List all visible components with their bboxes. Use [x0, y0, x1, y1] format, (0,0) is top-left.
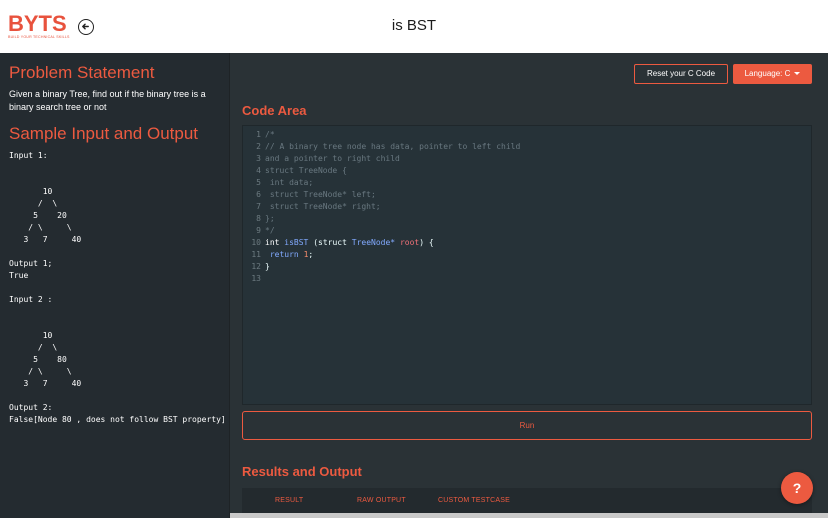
- code-line: 4 struct TreeNode {: [247, 165, 520, 177]
- line-number: 9: [256, 226, 261, 235]
- code-line: 1 /*: [247, 129, 520, 141]
- code-text: // A binary tree node has data, pointer …: [265, 142, 521, 151]
- problem-statement-text: Given a binary Tree, find out if the bin…: [9, 89, 206, 112]
- code-text: return 1;: [269, 250, 314, 259]
- page-title: is BST: [391, 17, 437, 34]
- code-text: int data;: [265, 178, 314, 187]
- code-line: 3 and a pointer to right child: [247, 153, 520, 165]
- problem-panel: Problem Statement Given a binary Tree, f…: [0, 53, 229, 518]
- code-line: 9 */: [247, 225, 520, 237]
- code-editor[interactable]: 1 /* 2 // A binary tree node has data, poin…: [242, 125, 812, 405]
- code-text: };: [265, 214, 275, 223]
- code-text: }: [265, 262, 270, 271]
- code-text: */: [265, 226, 275, 235]
- line-number: 12: [251, 262, 261, 271]
- code-text: and a pointer to right child: [265, 154, 400, 163]
- results-heading: Results and Output: [242, 464, 362, 479]
- code-line: 7 struct TreeNode* right;: [247, 201, 520, 213]
- code-text: /*: [265, 130, 275, 139]
- help-button[interactable]: ?: [781, 472, 813, 504]
- horizontal-scrollbar[interactable]: [230, 513, 828, 518]
- code-panel: Reset your C Code Language: C Code Area …: [229, 53, 828, 518]
- run-button[interactable]: Run: [242, 411, 812, 440]
- line-number: 2: [256, 142, 261, 151]
- top-bar: BYTS BUILD YOUR TECHNICAL SKILLS is BST: [0, 0, 828, 53]
- code-line: 10 int isBST (struct TreeNode* root) {: [247, 237, 520, 249]
- code-line: 11 return 1;: [247, 249, 520, 261]
- line-number: 5: [256, 178, 261, 187]
- language-dropdown[interactable]: Language: C: [733, 64, 812, 84]
- chevron-down-icon: [794, 72, 801, 76]
- code-text: struct TreeNode {: [265, 166, 347, 175]
- code-text: int isBST (struct TreeNode* root) {: [265, 238, 434, 247]
- code-line: 12}: [247, 261, 520, 273]
- code-lines: 1 /* 2 // A binary tree node has data, poin…: [247, 129, 520, 285]
- code-text: struct TreeNode* left;: [265, 190, 376, 199]
- tab-result[interactable]: RESULT: [275, 497, 303, 504]
- code-line: 5 int data;: [247, 177, 520, 189]
- code-area-heading: Code Area: [242, 103, 307, 118]
- line-number: 8: [256, 214, 261, 223]
- code-line: 13: [247, 273, 520, 285]
- language-label: Language: C: [744, 69, 791, 78]
- line-number: 7: [256, 202, 261, 211]
- reset-code-button[interactable]: Reset your C Code: [634, 64, 728, 84]
- line-number: 1: [256, 130, 261, 139]
- code-line: 2 // A binary tree node has data, pointer…: [247, 141, 520, 153]
- line-number: 6: [256, 190, 261, 199]
- line-number: 10: [251, 238, 261, 247]
- code-line: 8};: [247, 213, 520, 225]
- problem-statement-heading: Problem Statement: [9, 63, 155, 82]
- tab-custom-testcase[interactable]: CUSTOM TESTCASE: [438, 497, 510, 504]
- sample-io-content: Input 1: 10 / \ 5 20 / \ \ 3 7 40 Output…: [9, 151, 226, 424]
- sample-io-heading: Sample Input and Output: [9, 124, 199, 143]
- line-number: 3: [256, 154, 261, 163]
- code-text: struct TreeNode* right;: [265, 202, 381, 211]
- tab-raw-output[interactable]: RAW OUTPUT: [357, 497, 406, 504]
- line-number: 4: [256, 166, 261, 175]
- logo-tagline: BUILD YOUR TECHNICAL SKILLS: [8, 35, 70, 39]
- code-line: 6 struct TreeNode* left;: [247, 189, 520, 201]
- line-number: 13: [251, 274, 261, 283]
- line-number: 11: [251, 250, 261, 259]
